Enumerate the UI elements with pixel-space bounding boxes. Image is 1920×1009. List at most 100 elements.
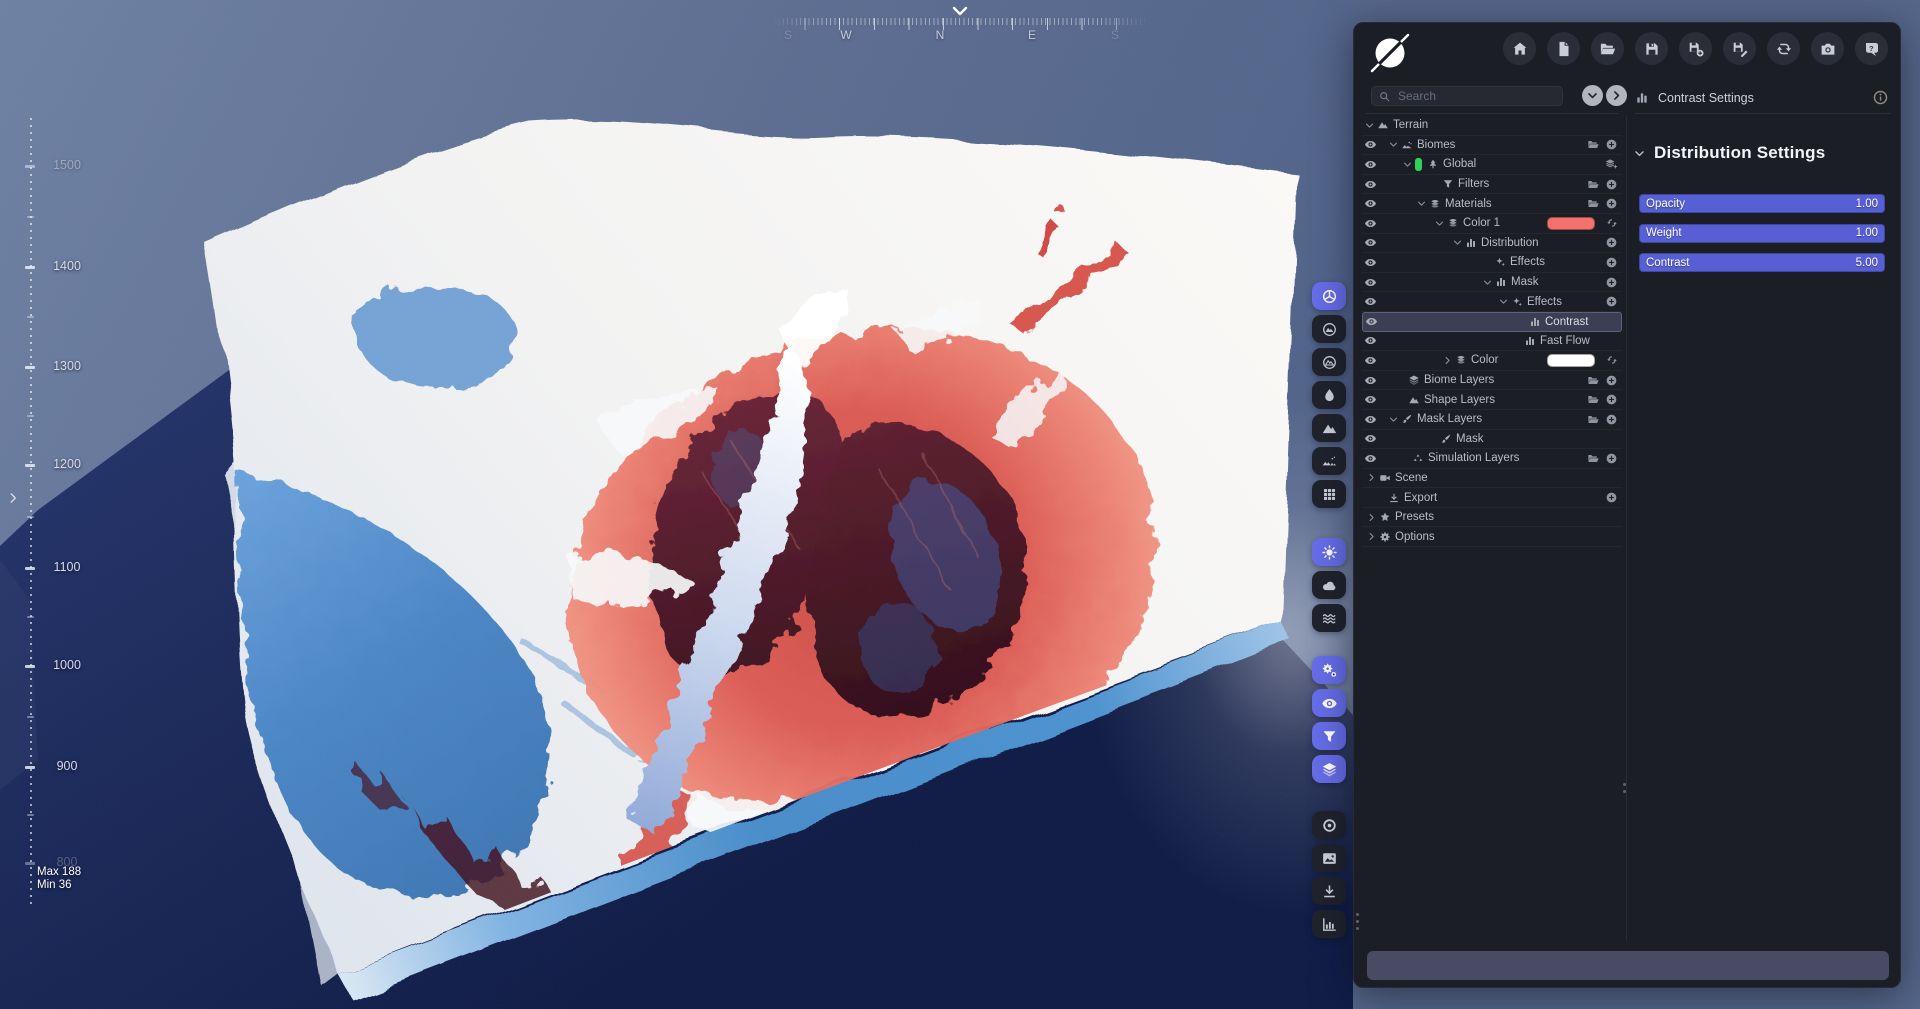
tree-row-scene[interactable]: Scene	[1362, 469, 1622, 489]
tree-row-options[interactable]: Options	[1362, 527, 1622, 548]
save-as-button[interactable]	[1723, 32, 1756, 65]
export-button-button[interactable]	[1312, 877, 1346, 905]
status-bar[interactable]	[1367, 951, 1889, 980]
add-button[interactable]	[1605, 295, 1618, 308]
screenshot-button[interactable]	[1811, 32, 1844, 65]
visibility-toggle[interactable]	[1365, 315, 1385, 328]
info-icon[interactable]	[1872, 89, 1889, 106]
add-button[interactable]	[1605, 491, 1618, 504]
add-button[interactable]	[1605, 413, 1618, 426]
tree-row-color-1[interactable]: Color 1	[1362, 214, 1622, 234]
search-input[interactable]	[1396, 88, 1540, 104]
water-tool-button[interactable]	[1312, 381, 1346, 409]
visibility-toggle[interactable]	[1364, 217, 1384, 230]
add-button[interactable]	[1605, 256, 1618, 269]
group-button[interactable]	[1587, 374, 1600, 387]
rebuild-button[interactable]	[1767, 32, 1800, 65]
add-button[interactable]	[1605, 178, 1618, 191]
tree-row-simulation-layers[interactable]: Simulation Layers	[1362, 449, 1622, 469]
visibility-toggle[interactable]	[1364, 334, 1384, 347]
chevron-right-icon[interactable]	[1366, 512, 1377, 523]
chevron-right-icon[interactable]	[1442, 355, 1453, 366]
view-terrain-wire-button[interactable]	[1312, 348, 1346, 376]
preview-toggle-button[interactable]	[1312, 689, 1346, 717]
compass-bar[interactable]: SWNES	[770, 4, 1150, 50]
slider-contrast[interactable]: Contrast 5.00	[1639, 253, 1885, 272]
mountain-tool-button[interactable]	[1312, 414, 1346, 442]
tree-row-biome-layers[interactable]: Biome Layers	[1362, 371, 1622, 391]
column-resize-handle[interactable]	[1623, 783, 1626, 793]
visibility-toggle[interactable]	[1364, 393, 1384, 406]
save-new-version-button[interactable]	[1679, 32, 1712, 65]
tree-row-distribution[interactable]: Distribution	[1362, 234, 1622, 254]
visibility-toggle[interactable]	[1364, 295, 1384, 308]
chevron-down-icon[interactable]	[1416, 198, 1427, 209]
group-button[interactable]	[1587, 197, 1600, 210]
visibility-toggle[interactable]	[1364, 158, 1384, 171]
color-swatch[interactable]	[1547, 216, 1595, 230]
erosion-tool-button[interactable]	[1312, 447, 1346, 475]
add-button[interactable]	[1605, 236, 1618, 249]
slider-opacity[interactable]: Opacity 1.00	[1639, 194, 1885, 213]
snapshot-button-button[interactable]	[1312, 844, 1346, 872]
home-button[interactable]	[1503, 32, 1536, 65]
tree-row-mask-16[interactable]: Mask	[1362, 430, 1622, 450]
group-button[interactable]	[1587, 393, 1600, 406]
tree-row-biomes[interactable]: Biomes	[1362, 136, 1622, 156]
slider-weight[interactable]: Weight 1.00	[1639, 223, 1885, 243]
add-button[interactable]	[1605, 276, 1618, 289]
group-button[interactable]	[1587, 413, 1600, 426]
chevron-down-icon[interactable]	[1434, 218, 1445, 229]
chevron-down-icon[interactable]	[1402, 159, 1413, 170]
view-terrain-solid-button[interactable]	[1312, 315, 1346, 343]
layers-toggle-button[interactable]	[1312, 755, 1346, 783]
visibility-toggle[interactable]	[1364, 138, 1384, 151]
tree-row-export[interactable]: Export	[1362, 488, 1622, 508]
visibility-toggle[interactable]	[1364, 178, 1384, 191]
visibility-toggle[interactable]	[1364, 413, 1384, 426]
tree-row-fast-flow[interactable]: Fast Flow	[1362, 332, 1622, 352]
tree-row-shape-layers[interactable]: Shape Layers	[1362, 390, 1622, 410]
save-button[interactable]	[1635, 32, 1668, 65]
add-button[interactable]	[1605, 452, 1618, 465]
tree-row-terrain[interactable]: Terrain	[1362, 116, 1622, 136]
view-mesh-button[interactable]	[1312, 282, 1346, 310]
add-button[interactable]	[1605, 138, 1618, 151]
add-button[interactable]	[1605, 197, 1618, 210]
record-button-button[interactable]	[1312, 811, 1346, 839]
app-logo-icon[interactable]	[1367, 30, 1413, 76]
add-layer-button[interactable]	[1604, 157, 1618, 171]
tree-row-effects-7[interactable]: Effects	[1362, 253, 1622, 273]
tree-row-contrast[interactable]: Contrast	[1362, 311, 1622, 332]
tree-row-global[interactable]: Global	[1362, 155, 1622, 175]
stats-button-button[interactable]	[1312, 910, 1346, 938]
chevron-right-icon[interactable]	[1366, 472, 1377, 483]
collapse-all-button[interactable]	[1582, 85, 1603, 106]
randomize-button[interactable]	[1606, 217, 1618, 229]
visibility-toggle[interactable]	[1364, 432, 1384, 445]
visibility-toggle[interactable]	[1364, 197, 1384, 210]
add-button[interactable]	[1605, 393, 1618, 406]
chevron-down-icon[interactable]	[1452, 237, 1463, 248]
tree-row-effects-9[interactable]: Effects	[1362, 292, 1622, 312]
chevron-down-icon[interactable]	[1482, 277, 1493, 288]
visibility-toggle[interactable]	[1364, 236, 1384, 249]
visibility-toggle[interactable]	[1364, 354, 1384, 367]
clouds-toggle-button[interactable]	[1312, 571, 1346, 599]
auto-build-toggle-button[interactable]	[1312, 656, 1346, 684]
forward-button[interactable]	[1606, 85, 1627, 106]
visibility-toggle[interactable]	[1364, 374, 1384, 387]
visibility-toggle[interactable]	[1364, 276, 1384, 289]
chevron-down-icon[interactable]	[1388, 139, 1399, 150]
filter-toggle-button[interactable]	[1312, 722, 1346, 750]
tree-row-mask-layers[interactable]: Mask Layers	[1362, 410, 1622, 430]
lighting-toggle-button[interactable]	[1312, 538, 1346, 566]
open-file-button[interactable]	[1591, 32, 1624, 65]
distribution-settings-section-toggle[interactable]: Distribution Settings	[1633, 143, 1825, 163]
visibility-toggle[interactable]	[1364, 256, 1384, 269]
terrain-viewport[interactable]	[0, 0, 1353, 1009]
chevron-down-icon[interactable]	[1498, 296, 1509, 307]
tree-row-mask-8[interactable]: Mask	[1362, 273, 1622, 293]
visibility-toggle[interactable]	[1364, 452, 1384, 465]
left-panel-expander[interactable]	[6, 490, 20, 506]
